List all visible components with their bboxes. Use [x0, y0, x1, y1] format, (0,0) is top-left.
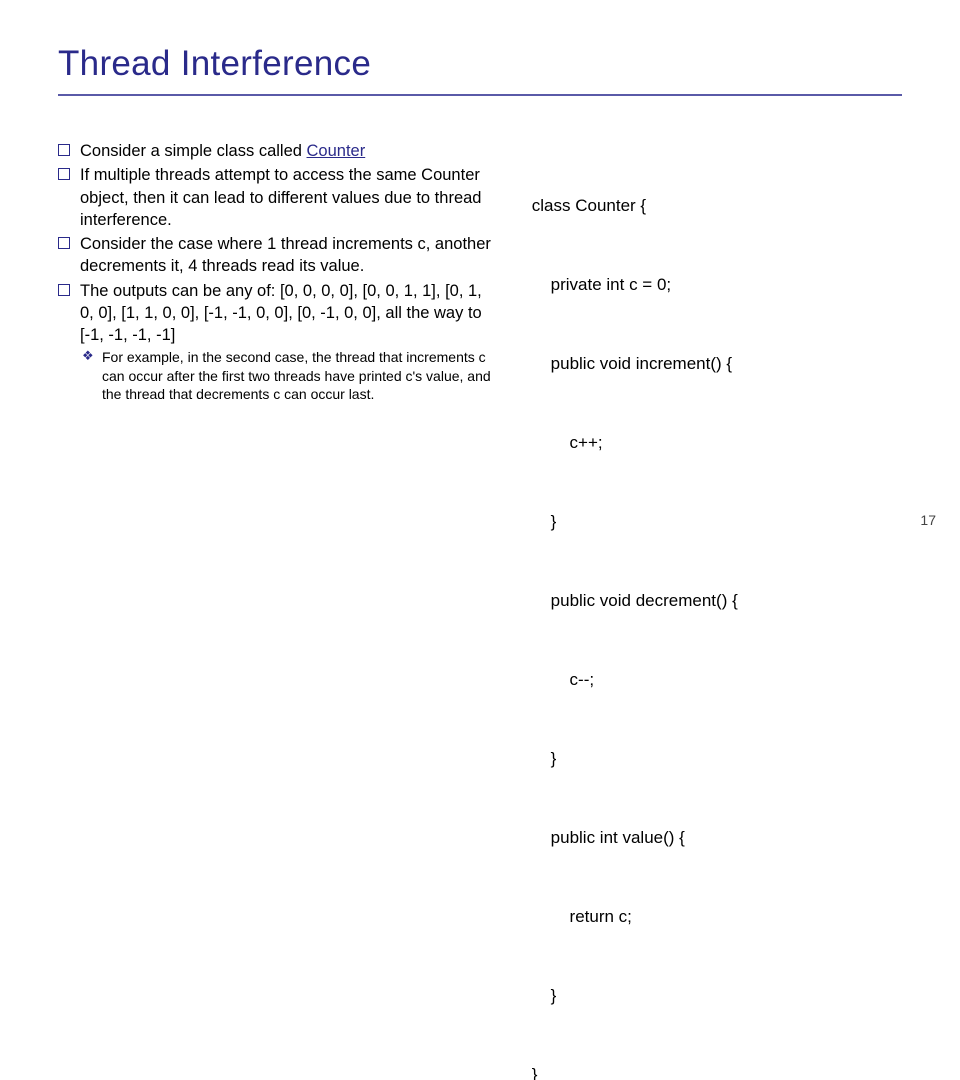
code-line: c++; [532, 430, 902, 456]
code-column: class Counter { private int c = 0; publi… [532, 140, 902, 1080]
bullet-item: Consider a simple class called Counter [58, 140, 496, 162]
sub-bullet-item: For example, in the second case, the thr… [80, 348, 496, 403]
bullet-list: Consider a simple class called Counter I… [58, 140, 496, 403]
code-line: return c; [532, 904, 902, 930]
bullet-text: Consider the case where 1 thread increme… [80, 235, 491, 275]
bullet-item: The outputs can be any of: [0, 0, 0, 0],… [58, 280, 496, 403]
content-row: Consider a simple class called Counter I… [58, 140, 902, 1080]
code-line: c--; [532, 667, 902, 693]
code-line: } [532, 746, 902, 772]
counter-link[interactable]: Counter [307, 142, 366, 160]
sub-bullet-list: For example, in the second case, the thr… [80, 348, 496, 403]
bullet-text: The outputs can be any of: [0, 0, 0, 0],… [80, 282, 482, 345]
code-line: public void decrement() { [532, 588, 902, 614]
code-line: public void increment() { [532, 351, 902, 377]
bullet-column: Consider a simple class called Counter I… [58, 140, 496, 1080]
page-title: Thread Interference [58, 44, 902, 96]
code-line: } [532, 509, 902, 535]
bullet-text: Consider a simple class called [80, 142, 307, 160]
bullet-text: If multiple threads attempt to access th… [80, 166, 481, 229]
bullet-item: Consider the case where 1 thread increme… [58, 233, 496, 278]
slide: Thread Interference Consider a simple cl… [0, 0, 960, 540]
code-line: class Counter { [532, 193, 902, 219]
code-line: } [532, 1062, 902, 1080]
code-line: private int c = 0; [532, 272, 902, 298]
code-line: } [532, 983, 902, 1009]
code-line: public int value() { [532, 825, 902, 851]
sub-bullet-text: For example, in the second case, the thr… [102, 349, 491, 401]
bullet-item: If multiple threads attempt to access th… [58, 164, 496, 231]
page-number: 17 [920, 512, 936, 528]
